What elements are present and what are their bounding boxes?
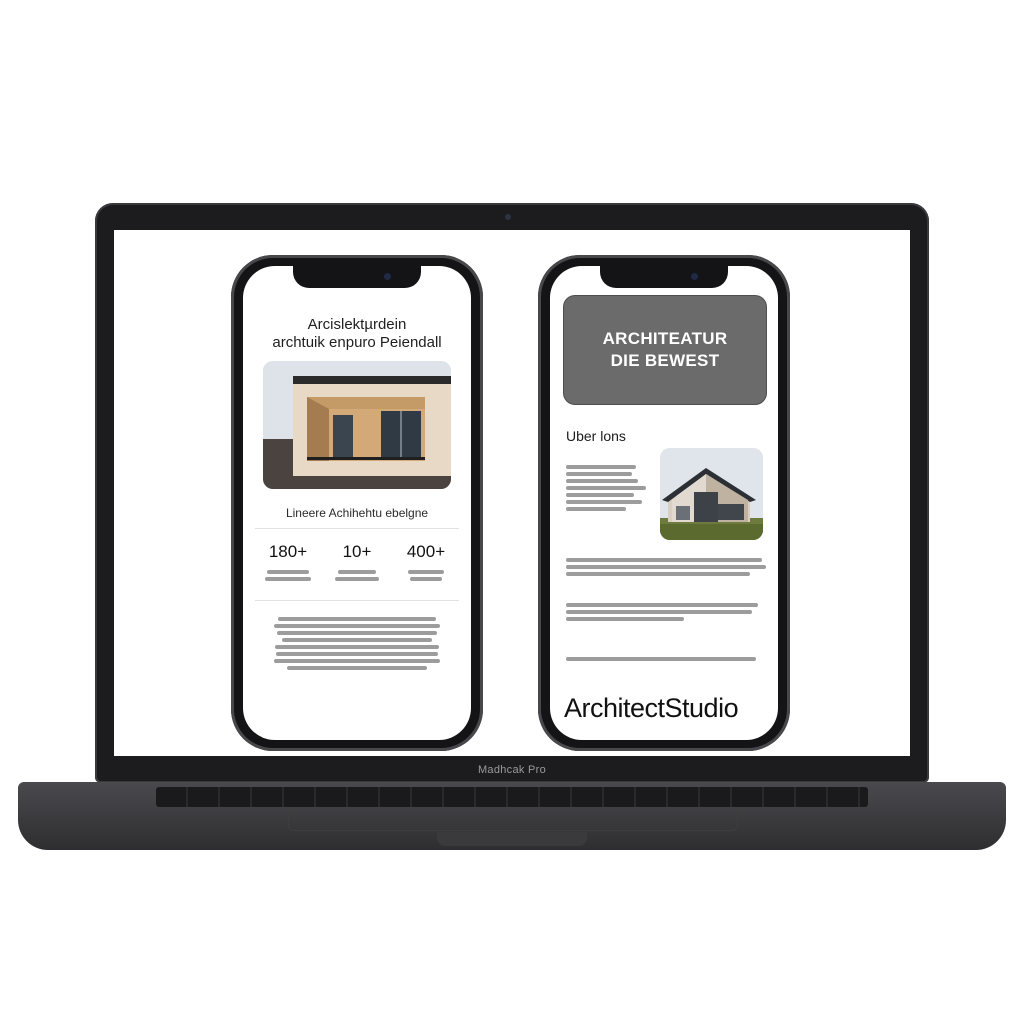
laptop-model-label: Madhcak Pro [477, 764, 547, 776]
brand-logo-text: ArchitectStudio [564, 693, 739, 723]
divider [255, 528, 459, 529]
body-text-placeholder [566, 654, 766, 664]
stat-value: 400+ [406, 542, 446, 561]
front-camera-icon [384, 273, 391, 280]
section-subtitle: Lineere Achihehtu ebelgne [285, 506, 429, 520]
banner-line-2: DIE BEWEST [610, 351, 720, 370]
stat-projects: 180+ [257, 542, 319, 584]
front-camera-icon [691, 273, 698, 280]
trackpad [288, 808, 738, 831]
hero-title-line-2: archtuik enpuro Peiendall [272, 334, 442, 351]
phone-notch [600, 266, 728, 288]
phone-right-screen: ARCHITEATUR DIE BEWEST Uber lons Archite… [550, 266, 778, 740]
laptop-screen: Arcislektµrdein archtuik enpuro Peiendal… [114, 230, 910, 756]
lid-hinge-notch [437, 832, 587, 846]
laptop-lid: Arcislektµrdein archtuik enpuro Peiendal… [95, 203, 929, 783]
phone-left-screen: Arcislektµrdein archtuik enpuro Peiendal… [243, 266, 471, 740]
about-text-placeholder [566, 462, 650, 514]
phone-mockup-right: ARCHITEATUR DIE BEWEST Uber lons Archite… [538, 255, 790, 751]
gable-house-photo [660, 448, 763, 540]
body-text-placeholder [269, 614, 445, 673]
stats-row: 180+ 10+ 400+ [257, 542, 457, 584]
phone-mockup-left: Arcislektµrdein archtuik enpuro Peiendal… [231, 255, 483, 751]
body-text-placeholder [566, 555, 766, 579]
banner-line-1: ARCHITEATUR [602, 329, 728, 348]
stat-value: 10+ [342, 542, 372, 561]
hero-title: Arcislektµrdein archtuik enpuro Peiendal… [253, 316, 461, 352]
hero-banner: ARCHITEATUR DIE BEWEST [563, 295, 767, 405]
phone-notch [293, 266, 421, 288]
hero-title-line-1: Arcislektµrdein [307, 316, 407, 333]
modern-house-photo [263, 361, 451, 489]
stat-clients: 400+ [395, 542, 457, 584]
stat-label-placeholder [257, 570, 319, 581]
stat-value: 180+ [268, 542, 308, 561]
stat-label-placeholder [326, 570, 388, 581]
webcam-icon [505, 214, 511, 220]
laptop-base [18, 782, 1006, 850]
body-text-placeholder [566, 600, 766, 624]
keyboard [156, 787, 868, 807]
about-heading: Uber lons [566, 428, 626, 444]
stat-label-placeholder [395, 570, 457, 581]
divider [255, 600, 459, 601]
stat-years: 10+ [326, 542, 388, 584]
